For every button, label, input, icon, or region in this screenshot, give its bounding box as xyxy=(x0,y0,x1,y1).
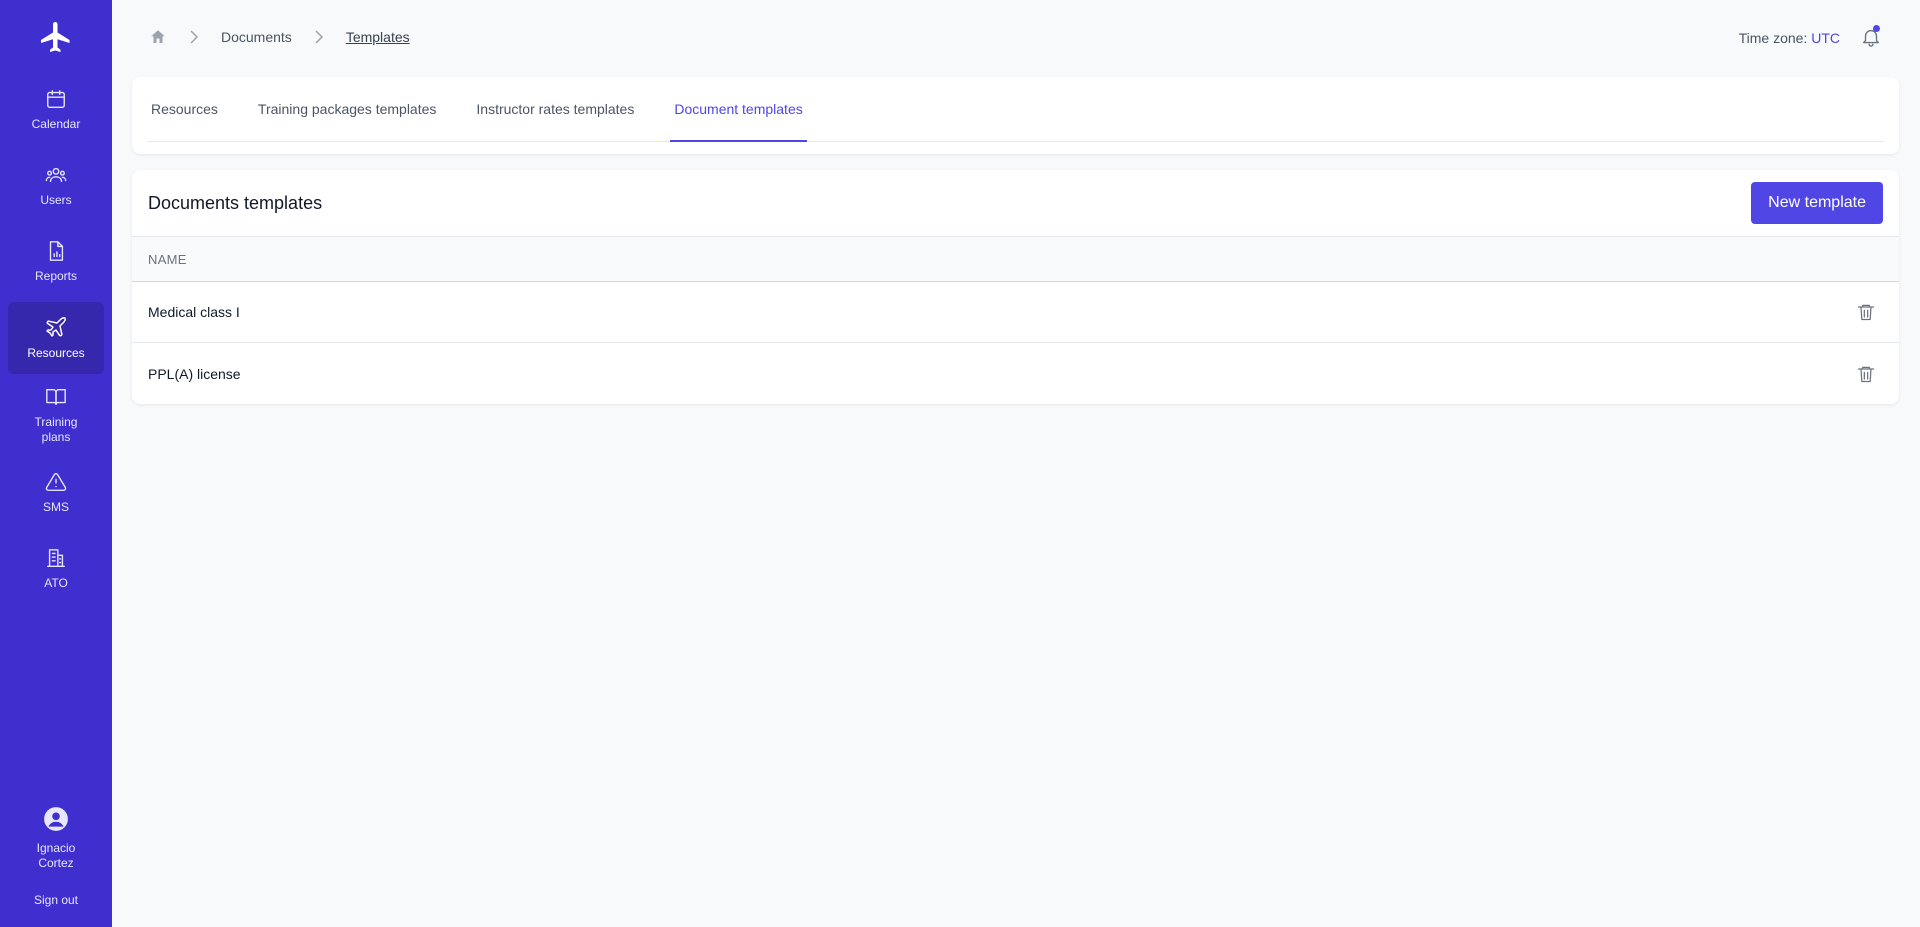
avatar-icon xyxy=(44,807,68,831)
notification-dot xyxy=(1873,25,1880,32)
breadcrumb-documents[interactable]: Documents xyxy=(221,29,292,45)
breadcrumb: Documents Templates xyxy=(149,28,410,46)
sidebar-item-label: Training plans xyxy=(34,415,78,444)
sidebar: Calendar Users Reports Resources Trainin… xyxy=(0,0,112,927)
warning-icon xyxy=(45,473,67,491)
tab-training-packages-templates[interactable]: Training packages templates xyxy=(254,77,440,142)
trash-icon xyxy=(1857,304,1875,321)
trash-icon xyxy=(1857,366,1875,382)
sidebar-item-users[interactable]: Users xyxy=(8,150,104,222)
sidebar-item-sms[interactable]: SMS xyxy=(8,457,104,529)
top-bar: Documents Templates Time zone: UTC xyxy=(112,0,1920,76)
sidebar-bottom: Ignacio Cortez Sign out xyxy=(0,806,112,927)
user-profile[interactable]: Ignacio Cortez xyxy=(26,806,86,871)
sidebar-item-label: Reports xyxy=(34,269,78,283)
timezone-label: Time zone: xyxy=(1738,30,1808,46)
sidebar-item-label: Users xyxy=(40,193,72,207)
timezone-value[interactable]: UTC xyxy=(1811,30,1840,46)
sidebar-item-label: Resources xyxy=(27,346,85,360)
users-icon xyxy=(45,167,67,183)
report-icon xyxy=(49,241,64,261)
table-header: Documents templates New template xyxy=(132,170,1899,237)
sidebar-nav: Calendar Users Reports Resources Trainin… xyxy=(0,74,112,609)
airplane-icon xyxy=(41,22,70,52)
notifications-button[interactable] xyxy=(1860,25,1882,54)
delete-button[interactable] xyxy=(1856,363,1876,385)
home-icon[interactable] xyxy=(149,28,167,46)
sidebar-item-calendar[interactable]: Calendar xyxy=(8,74,104,146)
sidebar-item-training-plans[interactable]: Training plans xyxy=(8,378,104,453)
tab-instructor-rates-templates[interactable]: Instructor rates templates xyxy=(472,77,638,142)
table-row[interactable]: Medical class I xyxy=(132,282,1899,343)
sidebar-item-ato[interactable]: ATO xyxy=(8,533,104,605)
sidebar-item-label: Calendar xyxy=(31,117,81,131)
tab-resources[interactable]: Resources xyxy=(147,77,222,142)
sidebar-item-resources[interactable]: Resources xyxy=(8,302,104,374)
table-row[interactable]: PPL(A) license xyxy=(132,343,1899,404)
sign-out-link[interactable]: Sign out xyxy=(34,893,78,907)
page-title: Documents templates xyxy=(148,193,323,213)
new-template-button[interactable]: New template xyxy=(1751,182,1883,224)
delete-button[interactable] xyxy=(1856,301,1876,323)
logo[interactable] xyxy=(0,0,112,74)
chevron-right-icon xyxy=(314,30,324,44)
column-header-name: NAME xyxy=(132,237,1899,282)
airplane-outline-icon xyxy=(46,317,66,337)
row-name: PPL(A) license xyxy=(148,365,241,382)
calendar-icon xyxy=(47,90,65,108)
tabs: Resources Training packages templates In… xyxy=(147,77,1884,142)
sidebar-item-reports[interactable]: Reports xyxy=(8,226,104,298)
user-name: Ignacio Cortez xyxy=(36,841,76,870)
tab-document-templates[interactable]: Document templates xyxy=(670,77,807,142)
building-icon xyxy=(47,549,65,567)
row-name: Medical class I xyxy=(148,304,240,320)
tabs-card: Resources Training packages templates In… xyxy=(132,77,1899,154)
sidebar-item-label: SMS xyxy=(42,500,69,514)
breadcrumb-templates[interactable]: Templates xyxy=(346,29,410,45)
sidebar-item-label: ATO xyxy=(44,576,68,590)
templates-table-card: Documents templates New template NAME Me… xyxy=(132,170,1899,404)
timezone: Time zone: UTC xyxy=(1739,30,1840,46)
chevron-right-icon xyxy=(189,30,199,44)
book-icon xyxy=(46,388,66,406)
